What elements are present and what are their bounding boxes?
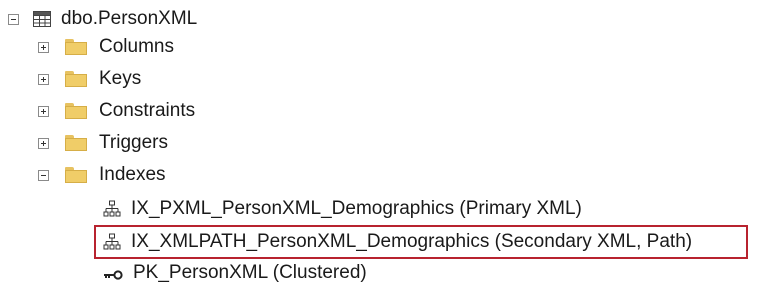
tree-node-triggers[interactable]: Triggers xyxy=(38,127,168,159)
index-label: IX_PXML_PersonXML_Demographics (Primary … xyxy=(131,198,582,219)
tree-node-index-primary-xml[interactable]: IX_PXML_PersonXML_Demographics (Primary … xyxy=(103,193,582,225)
tree-node-primary-key[interactable]: PK_PersonXML (Clustered) xyxy=(103,257,367,289)
folder-label-keys: Keys xyxy=(99,68,142,89)
index-label: IX_XMLPATH_PersonXML_Demographics (Secon… xyxy=(131,231,693,252)
table-label: dbo.PersonXML xyxy=(61,8,198,29)
tree-node-constraints[interactable]: Constraints xyxy=(38,95,195,127)
index-icon xyxy=(103,233,121,251)
expand-icon[interactable] xyxy=(38,105,49,117)
key-icon xyxy=(103,266,123,280)
table-icon xyxy=(33,11,51,27)
collapse-icon[interactable] xyxy=(8,13,19,25)
folder-icon xyxy=(65,39,87,55)
object-explorer-tree: dbo.PersonXML Columns Keys Constraints T… xyxy=(0,0,760,287)
tree-node-keys[interactable]: Keys xyxy=(38,63,141,95)
expand-icon[interactable] xyxy=(38,137,49,149)
folder-label-triggers: Triggers xyxy=(99,132,168,153)
folder-icon xyxy=(65,135,87,151)
folder-label-indexes: Indexes xyxy=(99,164,166,185)
folder-icon xyxy=(65,71,87,87)
index-icon xyxy=(103,200,121,218)
expand-icon[interactable] xyxy=(38,73,49,85)
tree-node-index-secondary-xml-path[interactable]: IX_XMLPATH_PersonXML_Demographics (Secon… xyxy=(103,226,692,258)
collapse-icon[interactable] xyxy=(38,169,49,181)
index-label: PK_PersonXML (Clustered) xyxy=(133,262,367,283)
tree-node-indexes[interactable]: Indexes xyxy=(38,159,166,191)
folder-icon xyxy=(65,103,87,119)
folder-label-columns: Columns xyxy=(99,36,174,57)
folder-icon xyxy=(65,167,87,183)
expand-icon[interactable] xyxy=(38,41,49,53)
folder-label-constraints: Constraints xyxy=(99,100,196,121)
tree-node-columns[interactable]: Columns xyxy=(38,31,174,63)
